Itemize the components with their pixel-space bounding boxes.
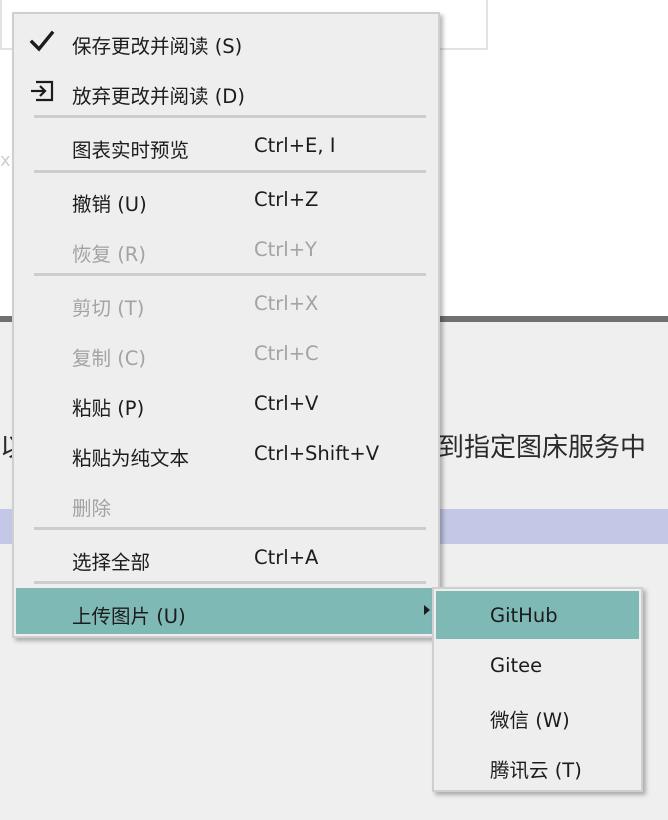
exit-arrow-icon: [31, 80, 54, 102]
menu-item-label: 保存更改并阅读 (S): [72, 35, 243, 58]
submenu-item-label: Gitee: [490, 654, 543, 677]
menu-item-label: 撤销 (U): [72, 193, 147, 216]
menu-item-delete: 删除: [16, 480, 436, 526]
menu-item-label: 粘贴 (P): [72, 397, 145, 420]
menu-item-label: 粘贴为纯文本: [72, 447, 190, 470]
menu-item-live-chart-preview[interactable]: 图表实时预览 Ctrl+E, I: [16, 122, 436, 168]
menu-item-label: 剪切 (T): [72, 297, 145, 320]
submenu-item-label: 微信 (W): [490, 709, 570, 732]
menu-item-shortcut: Ctrl+C: [254, 342, 319, 365]
menu-item-label: 删除: [72, 497, 112, 520]
menu-item-redo: 恢复 (R) Ctrl+Y: [16, 226, 436, 272]
menu-item-paste[interactable]: 粘贴 (P) Ctrl+V: [16, 380, 436, 426]
menu-item-undo[interactable]: 撤销 (U) Ctrl+Z: [16, 176, 436, 222]
menu-item-upload-image[interactable]: 上传图片 (U): [16, 588, 436, 634]
menu-item-paste-plain-text[interactable]: 粘贴为纯文本 Ctrl+Shift+V: [16, 430, 436, 476]
menu-item-cut: 剪切 (T) Ctrl+X: [16, 280, 436, 326]
menu-separator: [34, 527, 426, 530]
menu-item-label: 上传图片 (U): [72, 605, 186, 628]
menu-item-shortcut: Ctrl+Y: [254, 238, 317, 261]
menu-item-label: 放弃更改并阅读 (D): [72, 85, 245, 108]
menu-item-discard-and-read[interactable]: 放弃更改并阅读 (D): [16, 68, 436, 114]
menu-item-copy: 复制 (C) Ctrl+C: [16, 330, 436, 376]
menu-separator: [34, 115, 426, 118]
submenu-item-label: 腾讯云 (T): [490, 759, 582, 782]
menu-item-shortcut: Ctrl+Z: [254, 188, 319, 211]
background-text-fragment: x: [0, 150, 11, 171]
menu-item-label: 图表实时预览: [72, 139, 190, 162]
submenu-item-label: GitHub: [490, 604, 558, 627]
context-menu: 保存更改并阅读 (S) 放弃更改并阅读 (D) 图表实时预览 Ctrl+E, I…: [12, 12, 440, 638]
menu-separator: [34, 170, 426, 173]
submenu-item-wechat[interactable]: 微信 (W): [436, 691, 639, 739]
submenu-arrow-icon: [424, 605, 430, 615]
preview-text-right: 到指定图床服务中: [438, 433, 647, 463]
menu-item-shortcut: Ctrl+Shift+V: [254, 442, 380, 465]
menu-item-label: 选择全部: [72, 551, 151, 574]
menu-item-save-and-read[interactable]: 保存更改并阅读 (S): [16, 18, 436, 64]
checkmark-icon: [29, 30, 55, 52]
menu-item-label: 复制 (C): [72, 347, 147, 370]
submenu-item-gitee[interactable]: Gitee: [436, 641, 639, 689]
menu-item-shortcut: Ctrl+X: [254, 292, 319, 315]
menu-separator: [34, 273, 426, 276]
menu-separator: [34, 581, 426, 584]
menu-item-shortcut: Ctrl+V: [254, 392, 319, 415]
menu-item-shortcut: Ctrl+A: [254, 546, 319, 569]
menu-item-label: 恢复 (R): [72, 243, 146, 266]
submenu-item-tencent-cloud[interactable]: 腾讯云 (T): [436, 741, 639, 789]
menu-item-select-all[interactable]: 选择全部 Ctrl+A: [16, 534, 436, 580]
menu-item-shortcut: Ctrl+E, I: [254, 134, 336, 157]
submenu-item-github[interactable]: GitHub: [436, 591, 639, 639]
upload-image-submenu: GitHub Gitee 微信 (W) 腾讯云 (T): [432, 587, 643, 792]
